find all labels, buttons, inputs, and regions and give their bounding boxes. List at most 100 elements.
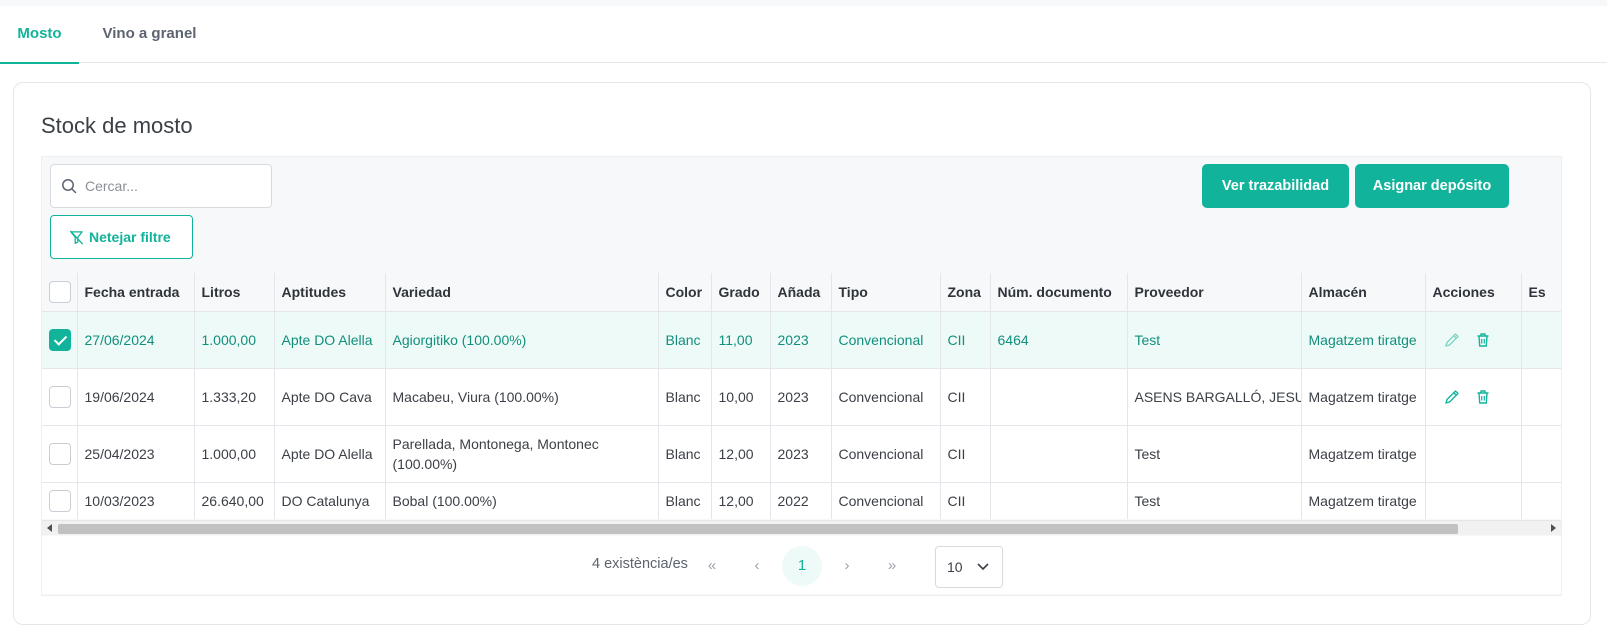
table-cell: Convencional (831, 311, 941, 369)
table-cell: Apte DO Alella (274, 311, 386, 369)
table-cell (990, 482, 1128, 519)
pencil-icon[interactable] (1443, 331, 1461, 349)
table-cell: Bobal (100.00%) (385, 482, 659, 519)
trash-icon[interactable] (1474, 388, 1492, 406)
next-page-button[interactable]: › (827, 546, 867, 586)
table-cell: 10,00 (711, 368, 771, 426)
row-checkbox[interactable] (49, 442, 71, 465)
table-cell: 10/03/2023 (77, 482, 195, 519)
column-header[interactable]: Tipo (831, 273, 941, 312)
table-cell: 1.333,20 (194, 368, 275, 426)
table-cell: 11,00 (711, 311, 771, 369)
table-cell: 27/06/2024 (77, 311, 195, 369)
filter-off-icon (69, 230, 84, 245)
table-cell: 2023 (770, 311, 832, 369)
table-cell: 12,00 (711, 482, 771, 519)
row-select-cell (42, 482, 78, 519)
actions-cell (1425, 368, 1522, 426)
table-cell: 19/06/2024 (77, 368, 195, 426)
horizontal-scrollbar[interactable] (42, 520, 1561, 535)
table-cell: Test (1127, 482, 1302, 519)
table-cell: Magatzem tiratge (1301, 482, 1426, 519)
table-cell: Magatzem tiratge (1301, 425, 1426, 483)
search-icon (62, 179, 77, 194)
table-cell: Blanc (658, 425, 712, 483)
row-select-cell (42, 425, 78, 483)
table-cell: CII (940, 425, 991, 483)
row-checkbox[interactable] (49, 328, 71, 351)
column-header: Acciones (1425, 273, 1522, 312)
scroll-left-arrow[interactable] (47, 524, 52, 532)
tab-mosto[interactable]: Mosto (0, 6, 79, 64)
scrollbar-thumb[interactable] (58, 524, 1458, 534)
table-cell: Convencional (831, 368, 941, 426)
table-cell: 12,00 (711, 425, 771, 483)
column-header[interactable]: Variedad (385, 273, 659, 312)
scroll-right-arrow[interactable] (1551, 524, 1556, 532)
stock-table: Fecha entrada Litros Aptitudes Variedad … (42, 273, 1561, 519)
table-cell: 2023 (770, 425, 832, 483)
select-all-cell (42, 273, 78, 312)
last-page-button[interactable]: » (872, 546, 912, 586)
select-all-checkbox[interactable] (49, 280, 71, 303)
table-cell: Apte DO Cava (274, 368, 386, 426)
table-cell: Blanc (658, 368, 712, 426)
page-button-current[interactable]: 1 (782, 546, 822, 586)
table-cell: Test (1127, 425, 1302, 483)
search-box (50, 164, 272, 208)
table-row[interactable]: 10/03/2023 26.640,00 DO Catalunya Bobal … (42, 482, 1561, 519)
record-count: 4 existència/es (592, 556, 688, 572)
table-cell (1521, 425, 1561, 483)
prev-page-button[interactable]: ‹ (737, 546, 777, 586)
first-page-button[interactable]: « (692, 546, 732, 586)
table-cell (1521, 368, 1561, 426)
table-row[interactable]: 19/06/2024 1.333,20 Apte DO Cava Macabeu… (42, 368, 1561, 426)
column-header[interactable]: Proveedor (1127, 273, 1302, 312)
column-header[interactable]: Es (1521, 273, 1561, 312)
table-cell: DO Catalunya (274, 482, 386, 519)
actions-cell (1425, 482, 1522, 519)
assign-deposit-button[interactable]: Asignar depósito (1355, 164, 1509, 208)
row-select-cell (42, 368, 78, 426)
row-checkbox[interactable] (49, 385, 71, 408)
pencil-icon[interactable] (1443, 388, 1461, 406)
table-cell: 2023 (770, 368, 832, 426)
table-cell (990, 368, 1128, 426)
column-header[interactable]: Añada (770, 273, 832, 312)
column-header[interactable]: Litros (194, 273, 275, 312)
column-header[interactable]: Zona (940, 273, 991, 312)
table-cell: 25/04/2023 (77, 425, 195, 483)
column-header[interactable]: Aptitudes (274, 273, 386, 312)
actions-cell (1425, 425, 1522, 483)
column-header[interactable]: Fecha entrada (77, 273, 195, 312)
view-traceability-button[interactable]: Ver trazabilidad (1202, 164, 1349, 208)
clear-filter-label: Netejar filtre (89, 229, 171, 245)
table-cell: Macabeu, Viura (100.00%) (385, 368, 659, 426)
table-cell: 1.000,00 (194, 425, 275, 483)
row-checkbox[interactable] (49, 489, 71, 512)
table-cell: Agiorgitiko (100.00%) (385, 311, 659, 369)
row-select-cell (42, 311, 78, 369)
card-title: Stock de mosto (41, 113, 193, 138)
trash-icon[interactable] (1474, 331, 1492, 349)
table-cell (990, 425, 1128, 483)
tab-vino-a-granel[interactable]: Vino a granel (92, 6, 207, 63)
table-row[interactable]: 25/04/2023 1.000,00 Apte DO Alella Parel… (42, 425, 1561, 483)
table-row[interactable]: 27/06/2024 1.000,00 Apte DO Alella Agior… (42, 311, 1561, 369)
column-header[interactable]: Grado (711, 273, 771, 312)
table-cell: Blanc (658, 311, 712, 369)
table-cell: Test (1127, 311, 1302, 369)
column-header[interactable]: Núm. documento (990, 273, 1128, 312)
chevron-down-icon (977, 563, 989, 571)
table-cell: Blanc (658, 482, 712, 519)
page-size-value: 10 (947, 559, 963, 575)
search-input[interactable] (85, 165, 265, 207)
table-cell: CII (940, 482, 991, 519)
column-header[interactable]: Almacén (1301, 273, 1426, 312)
clear-filter-button[interactable]: Netejar filtre (50, 215, 193, 259)
table-cell: 26.640,00 (194, 482, 275, 519)
actions-cell (1425, 311, 1522, 369)
column-header[interactable]: Color (658, 273, 712, 312)
stock-table-container: Fecha entrada Litros Aptitudes Variedad … (42, 273, 1561, 519)
page-size-select[interactable]: 10 (935, 546, 1003, 588)
